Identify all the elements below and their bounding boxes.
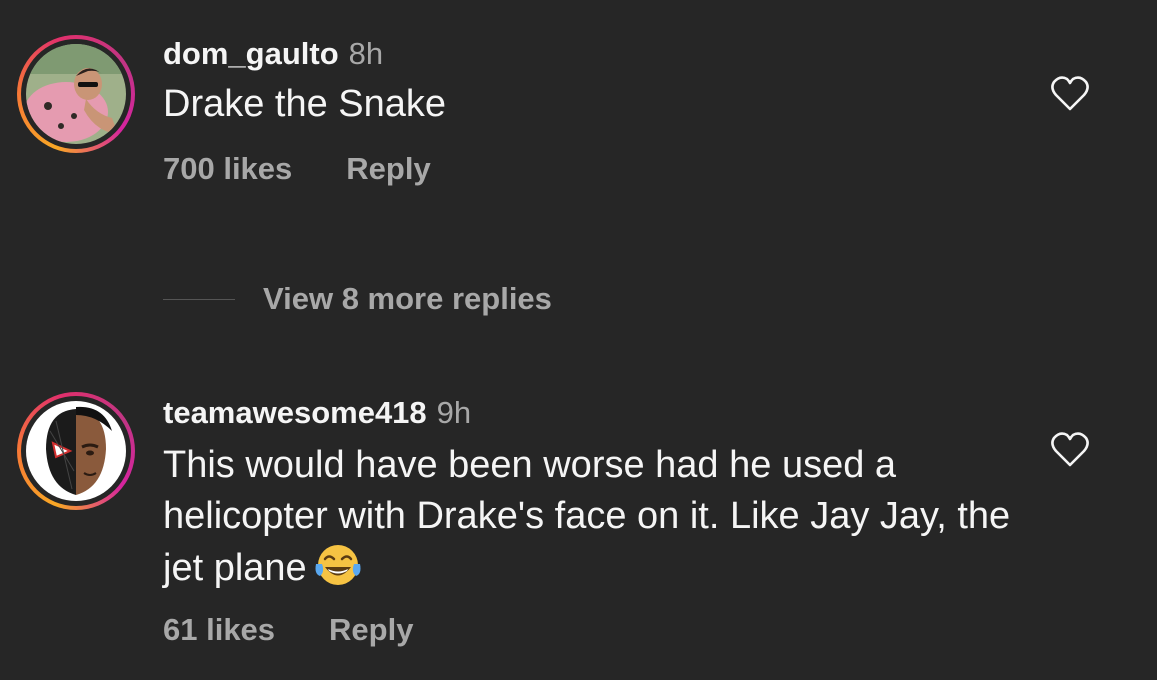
view-replies-label[interactable]: View 8 more replies [263, 281, 552, 317]
comment-meta: teamawesome418 9h [163, 393, 1013, 433]
reply-button[interactable]: Reply [329, 612, 413, 647]
likes-count[interactable]: 61 likes [163, 612, 275, 647]
heart-icon[interactable] [1050, 74, 1090, 112]
likes-count[interactable]: 700 likes [163, 151, 292, 186]
divider [163, 298, 235, 300]
comment-text: This would have been worse had he used a… [163, 440, 1013, 594]
comment-actions: 700 likes Reply [163, 151, 1013, 187]
avatar[interactable] [26, 44, 126, 144]
reply-button[interactable]: Reply [346, 151, 430, 186]
timestamp: 9h [436, 395, 472, 430]
spider-man-miles-avatar-icon [26, 401, 126, 501]
view-more-replies[interactable]: View 8 more replies [163, 277, 552, 321]
username[interactable]: dom_gaulto [163, 36, 339, 71]
comment: teamawesome418 9h This would have been wo… [0, 380, 1157, 680]
story-ring[interactable] [17, 392, 135, 510]
face-with-tears-of-joy-icon [315, 545, 361, 585]
avatar[interactable] [26, 401, 126, 501]
story-ring[interactable] [17, 35, 135, 153]
comment-text-content: This would have been worse had he used a… [163, 444, 1011, 589]
comment-meta: dom_gaulto 8h [163, 34, 1013, 74]
comment-actions: 61 likes Reply [163, 612, 1013, 648]
timestamp: 8h [348, 36, 384, 71]
comment-body: teamawesome418 9h This would have been wo… [163, 393, 1013, 648]
comment: dom_gaulto 8h Drake the Snake 700 likes Re… [0, 0, 1157, 230]
beach-photo-avatar-icon [26, 44, 126, 144]
heart-icon[interactable] [1050, 430, 1090, 468]
comment-body: dom_gaulto 8h Drake the Snake 700 likes Re… [163, 34, 1013, 187]
comment-text: Drake the Snake [163, 83, 447, 125]
username[interactable]: teamawesome418 [163, 395, 427, 430]
